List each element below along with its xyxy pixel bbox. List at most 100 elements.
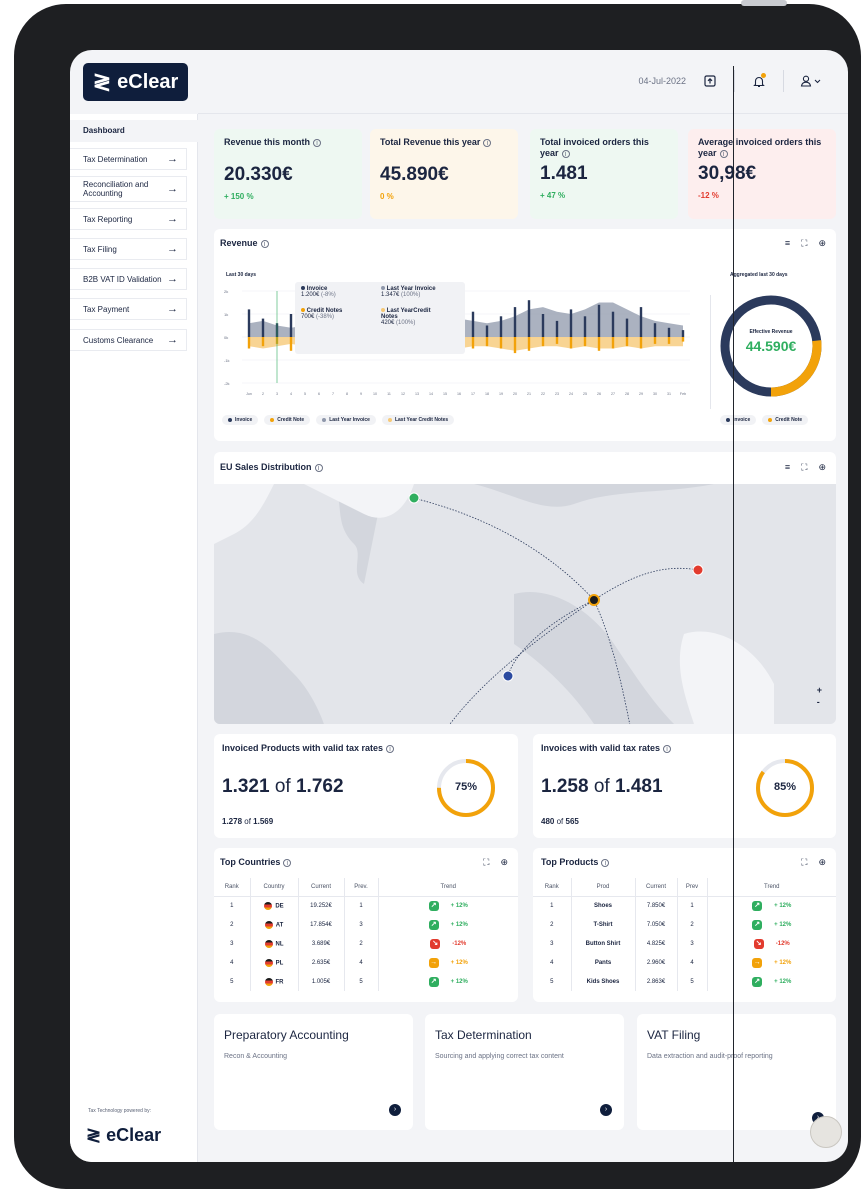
kpi-card-revenue-month: Revenue this month i 20.330€ + 150 % [214, 129, 362, 219]
card-vat-filing[interactable]: VAT Filing Data extraction and audit-pro… [637, 1014, 836, 1130]
col-header[interactable]: Prev. [344, 878, 379, 897]
zoom-out-button[interactable]: - [817, 696, 822, 708]
info-icon[interactable]: i [601, 858, 610, 867]
download-icon[interactable]: ⊕ [818, 462, 826, 473]
donut-label: Effective Revenue 44.590€ [726, 329, 816, 354]
donut-title: Effective Revenue [749, 329, 793, 335]
col-header[interactable]: Country [250, 878, 299, 897]
col-header[interactable]: Current [635, 878, 678, 897]
info-icon[interactable]: i [719, 149, 728, 158]
trend-cell: → + 12% [378, 953, 518, 972]
filter-icon[interactable]: ≡ [785, 462, 790, 473]
bar-credit-note [499, 337, 503, 349]
sidebar-item-tax-payment[interactable]: Tax Payment → [70, 298, 187, 320]
notification-bell-icon[interactable] [749, 71, 769, 91]
sidebar-item-customs-clearance[interactable]: Customs Clearance → [70, 329, 187, 351]
arrow-right-icon: → [167, 213, 178, 225]
sidebar-item-dashboard[interactable]: Dashboard [70, 120, 198, 142]
legend-item-credit-note[interactable]: Credit Note [264, 415, 311, 425]
expand-icon[interactable]: ⛶ [801, 238, 807, 249]
filter-icon[interactable]: ≡ [785, 238, 790, 249]
table-cell: PL [250, 953, 299, 972]
legend-item-last-year-credit[interactable]: Last Year Credit Notes [381, 415, 455, 425]
trend-arrow-icon: ↘ [753, 938, 764, 949]
sidebar-item-label: Tax Determination [83, 154, 148, 164]
download-icon[interactable]: ⊕ [818, 857, 826, 868]
col-header[interactable]: Trend [707, 878, 836, 897]
download-icon[interactable]: ⊕ [818, 238, 826, 249]
eclear-logo[interactable]: ≷ eClear [83, 63, 188, 101]
revenue-card: Revenue i ≡ ⛶ ⊕ Last 30 days Aggregated l… [214, 229, 836, 441]
info-icon[interactable]: i [561, 149, 570, 158]
eu-map[interactable] [214, 484, 836, 724]
table-cell: Kids Shoes [571, 972, 636, 991]
table-row[interactable]: 3 Button Shirt 4.825€ 3 ↘ -12% [533, 934, 836, 953]
table-row[interactable]: 4 PL 2.635€ 4 → + 12% [214, 953, 518, 972]
info-icon[interactable]: i [386, 744, 395, 753]
table-row[interactable]: 2 T-Shirt 7.050€ 2 ↗ + 12% [533, 915, 836, 934]
legend-item-invoice[interactable]: Invoice [720, 415, 757, 425]
expand-icon[interactable]: ⛶ [483, 857, 489, 868]
table-row[interactable]: 1 DE 19.252€ 1 ↗ + 12% [214, 896, 518, 915]
trend-cell: ↗ + 12% [707, 915, 836, 934]
table-row[interactable]: 3 NL 3.689€ 2 ↘ -12% [214, 934, 518, 953]
topbar-divider-line [198, 113, 848, 114]
expand-icon[interactable]: ⛶ [801, 462, 807, 473]
card-preparatory-accounting[interactable]: Preparatory Accounting Recon & Accountin… [214, 1014, 413, 1130]
info-icon[interactable]: i [260, 239, 269, 248]
arrow-right-icon: → [167, 153, 178, 165]
col-header[interactable]: Prev [677, 878, 708, 897]
col-header[interactable]: Rank [214, 878, 251, 897]
zoom-in-button[interactable]: + [817, 684, 822, 696]
arrow-right-icon: → [167, 303, 178, 315]
app-screen: ≷ eClear 04-Jul-2022 Dashboard Tax Deter… [70, 50, 848, 1162]
bar-invoice [555, 320, 559, 337]
sidebar-item-tax-determination[interactable]: Tax Determination → [70, 148, 187, 170]
download-icon[interactable]: ⊕ [500, 857, 508, 868]
sidebar-item-tax-reporting[interactable]: Tax Reporting → [70, 208, 187, 230]
sidebar-item-tax-filing[interactable]: Tax Filing → [70, 238, 187, 260]
table-cell: 2.635€ [298, 953, 345, 972]
table-row[interactable]: 5 Kids Shoes 2.863€ 5 ↗ + 12% [533, 972, 836, 991]
info-icon[interactable]: i [313, 138, 322, 147]
legend-item-credit-note[interactable]: Credit Note [762, 415, 809, 425]
revenue-legend: Invoice Credit Note Last Year Invoice La… [222, 415, 455, 425]
card-tax-determination[interactable]: Tax Determination Sourcing and applying … [425, 1014, 624, 1130]
legend-item-invoice[interactable]: Invoice [222, 415, 259, 425]
table-cell: 3 [533, 934, 572, 953]
bar-credit-note [513, 337, 517, 354]
valid-invoices-pct: 85% [773, 781, 797, 793]
info-icon[interactable]: i [663, 744, 672, 753]
col-header[interactable]: Rank [533, 878, 572, 897]
sidebar-item-reconciliation[interactable]: Reconciliation and Accounting → [70, 176, 187, 202]
country-flag-icon [264, 920, 273, 929]
kpi-value: 1.481 [540, 163, 588, 184]
col-header[interactable]: Current [298, 878, 345, 897]
arrow-right-icon[interactable]: › [389, 1104, 401, 1116]
x-tick-label: 6 [318, 392, 320, 396]
chat-avatar[interactable] [810, 1116, 842, 1148]
info-icon[interactable]: i [314, 463, 323, 472]
table-cell: 7.050€ [635, 915, 678, 934]
bar-credit-note [653, 337, 657, 344]
sidebar-item-vat-id-validation[interactable]: B2B VAT ID Validation → [70, 268, 187, 290]
table-row[interactable]: 2 AT 17.854€ 3 ↗ + 12% [214, 915, 518, 934]
info-icon[interactable]: i [483, 138, 492, 147]
col-header[interactable]: Trend [378, 878, 518, 897]
user-menu-icon[interactable] [798, 71, 824, 91]
valid-invoices-card: Invoices with valid tax rates i 1.258 of … [533, 734, 836, 838]
table-row[interactable]: 4 Pants 2.960€ 4 → + 12% [533, 953, 836, 972]
table-cell: NL [250, 934, 299, 953]
arrow-right-icon[interactable]: › [600, 1104, 612, 1116]
table-row[interactable]: 1 Shoes 7.850€ 1 ↗ + 12% [533, 896, 836, 915]
x-tick-label: 7 [332, 392, 334, 396]
trend-arrow-icon: ↗ [428, 976, 439, 987]
upload-icon[interactable] [700, 71, 720, 91]
info-icon[interactable]: i [283, 858, 292, 867]
valid-invoices-sub: 480 of 565 [541, 817, 579, 826]
col-header[interactable]: Prod [571, 878, 636, 897]
expand-icon[interactable]: ⛶ [801, 857, 807, 868]
table-row[interactable]: 5 FR 1.005€ 5 ↗ + 12% [214, 972, 518, 991]
bar-invoice [527, 300, 531, 337]
legend-item-last-year-invoice[interactable]: Last Year Invoice [316, 415, 376, 425]
